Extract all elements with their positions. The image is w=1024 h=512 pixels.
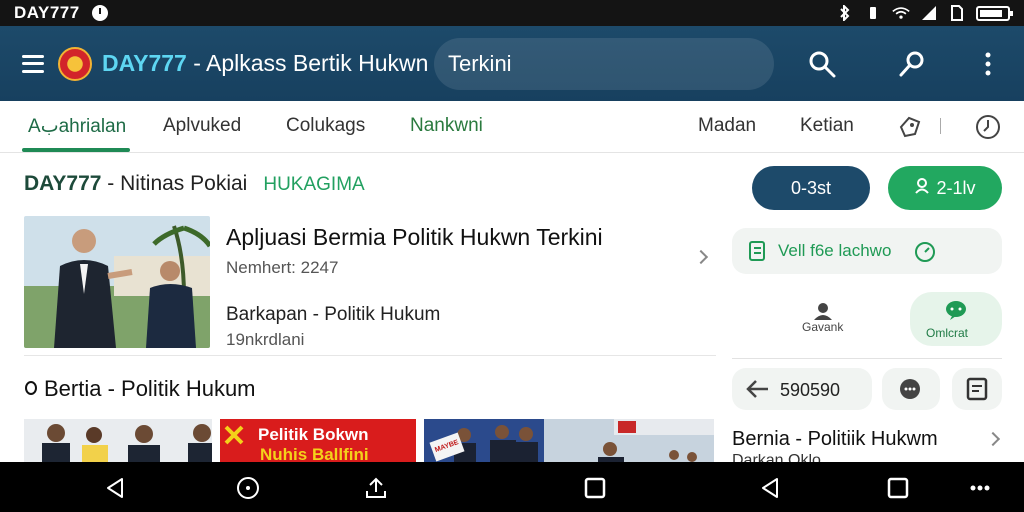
right-link-card[interactable]: Vell f6e lachwo — [732, 228, 1002, 274]
tab-4[interactable]: Madan — [698, 115, 756, 137]
app-title: DAY777 - Aplkass Bertik Hukwn — [102, 50, 428, 77]
back-icon[interactable] — [103, 476, 127, 500]
section-brand: DAY777 — [24, 172, 102, 195]
status-icons — [836, 5, 1013, 21]
gallery-image-3[interactable]: MAYBE — [424, 419, 714, 464]
app-bar: DAY777 - Aplkass Bertik Hukwn Terkini — [0, 26, 1024, 101]
section2-heading: Bertia - Politik Hukum — [24, 376, 256, 402]
article-subtitle: Barkapan - Politik Hukum — [226, 304, 441, 325]
tab-1[interactable]: Aplvuked — [163, 115, 241, 137]
system-nav-bar — [0, 462, 1024, 512]
right-divider — [732, 358, 1002, 359]
chevron-right-icon[interactable] — [693, 249, 709, 265]
tab-2[interactable]: Colukags — [286, 115, 365, 137]
document-icon — [748, 240, 768, 267]
hashtag-icon[interactable] — [897, 114, 923, 145]
banner-line-1: Pelitik Bokwn — [258, 425, 369, 444]
bookmark-icon — [966, 377, 988, 406]
right-bottom-sub-wrap: Darkan Oklo — [732, 454, 932, 462]
signal-icon — [920, 5, 938, 21]
right-link-label: Vell f6e lachwo — [778, 241, 892, 260]
article-sub-meta: 19nkrdlani — [226, 330, 305, 349]
chevron-right-icon-2[interactable] — [985, 431, 1001, 447]
featured-article[interactable]: Apljuasi Bermia Politik Hukwn Terkini Ne… — [24, 216, 716, 356]
article-meta: Nemhert: 2247 — [226, 258, 339, 277]
user-action[interactable]: Gavank — [776, 296, 876, 342]
secondary-pill-button[interactable]: 2-1lv — [888, 166, 1002, 210]
alarm-icon — [91, 5, 108, 21]
wifi-icon — [892, 5, 910, 21]
bluetooth-icon — [836, 5, 854, 21]
section-heading: DAY777 - Nitinas Pokiai HUKAGIMA — [24, 172, 365, 196]
recents-icon-2[interactable] — [886, 476, 910, 500]
contact-action[interactable]: Omlcrat — [910, 292, 1002, 346]
search-icon[interactable] — [806, 48, 838, 80]
chat-icon — [944, 300, 968, 325]
primary-pill-button[interactable]: 0-3st — [752, 166, 870, 210]
app-brand: DAY777 — [102, 50, 187, 76]
tab-0[interactable]: Aبahrialan — [28, 115, 126, 138]
app-title-text: - Aplkass Bertik Hukwn — [193, 50, 429, 76]
menu-icon[interactable] — [22, 54, 44, 73]
recents-icon[interactable] — [583, 476, 607, 500]
tab-5[interactable]: Ketian — [800, 115, 854, 137]
active-tab-indicator — [22, 148, 130, 152]
home-icon[interactable] — [236, 476, 260, 500]
share-arrow-icon — [746, 378, 770, 405]
article-thumbnail — [24, 216, 210, 348]
secondary-pill-label: 2-1lv — [936, 177, 976, 198]
tab-3[interactable]: Nankwni — [410, 115, 483, 137]
article-title: Apljuasi Bermia Politik Hukwn Terkini — [226, 224, 603, 250]
key-icon[interactable] — [896, 48, 928, 80]
history-icon[interactable] — [974, 113, 1002, 146]
category-tabs: Aبahrialan Aplvuked Colukags Nankwni Mad… — [0, 101, 1024, 153]
more-horiz-icon[interactable] — [968, 476, 992, 500]
user-action-label: Gavank — [802, 320, 844, 334]
section-title: - Nitinas Pokiai — [101, 172, 248, 195]
gallery-image-1[interactable] — [24, 419, 212, 464]
comment-button[interactable] — [882, 368, 940, 410]
sim-icon — [948, 5, 966, 21]
comment-icon — [898, 378, 922, 405]
status-bar: DAY777 — [0, 0, 1024, 26]
section-tag[interactable]: HUKAGIMA — [263, 174, 364, 195]
right-bottom-item[interactable]: Bernia - Politiik Hukwm — [732, 428, 938, 451]
user-small-icon — [914, 177, 930, 199]
bookmark-button[interactable] — [952, 368, 1002, 410]
vibrate-icon — [864, 5, 882, 21]
tab-divider — [940, 118, 941, 134]
battery-icon — [976, 5, 1013, 21]
contact-label: Omlcrat — [926, 326, 968, 340]
right-bottom-title: Bernia - Politiik Hukwm — [732, 428, 938, 450]
more-vert-icon[interactable] — [972, 48, 1004, 80]
app-logo — [58, 46, 92, 81]
search-text: Terkini — [448, 51, 512, 76]
right-bottom-sub: Darkan Oklo — [732, 454, 821, 462]
carrier-label: DAY777 — [14, 3, 80, 22]
search-bar[interactable]: Terkini — [434, 38, 774, 90]
location-icon — [25, 381, 37, 395]
back-icon-2[interactable] — [758, 476, 782, 500]
timer-icon — [914, 239, 936, 268]
gallery-image-2[interactable]: Pelitik Bokwn Nuhis Ballfini — [220, 419, 416, 464]
primary-pill-label: 0-3st — [790, 177, 832, 198]
share-count: 590590 — [780, 380, 841, 400]
share-count-button[interactable]: 590590 — [732, 368, 872, 410]
upload-icon[interactable] — [364, 476, 388, 500]
section2-title: Bertia - Politik Hukum — [44, 376, 256, 401]
